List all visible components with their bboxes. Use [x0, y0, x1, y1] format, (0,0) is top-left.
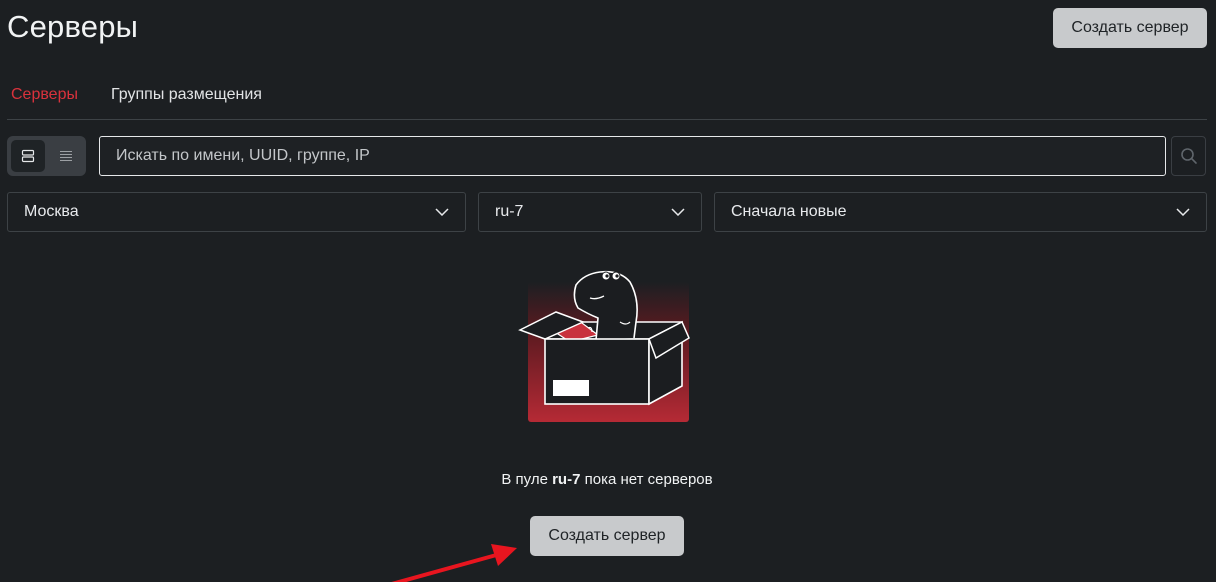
empty-message-prefix: В пуле	[501, 471, 553, 488]
create-server-button[interactable]: Создать сервер	[530, 516, 684, 556]
empty-state-message: В пуле ru-7 пока нет серверов	[0, 471, 1214, 488]
search-input[interactable]	[100, 137, 1165, 175]
create-server-button-header[interactable]: Создать сервер	[1053, 8, 1207, 48]
sort-select[interactable]: Сначала новые	[714, 192, 1207, 232]
list-view-button[interactable]	[49, 140, 83, 172]
search-field	[99, 136, 1166, 176]
chevron-down-icon	[1176, 208, 1190, 216]
search-button[interactable]	[1171, 136, 1206, 176]
page-title: Серверы	[7, 9, 139, 44]
empty-box-dino-illustration	[518, 270, 690, 422]
city-select-value: Москва	[24, 203, 79, 220]
list-view-icon	[60, 151, 72, 161]
empty-message-suffix: пока нет серверов	[580, 471, 713, 488]
cards-view-icon	[21, 149, 35, 163]
chevron-down-icon	[435, 208, 449, 216]
pool-select-value: ru-7	[495, 203, 524, 220]
sort-select-value: Сначала новые	[731, 203, 847, 220]
empty-message-pool: ru-7	[552, 471, 581, 488]
cards-view-button[interactable]	[11, 140, 45, 172]
tab-servers[interactable]: Серверы	[11, 86, 78, 104]
city-select[interactable]: Москва	[7, 192, 466, 232]
servers-page: Серверы Создать сервер Серверы Группы ра…	[0, 0, 1216, 582]
tab-placement-groups[interactable]: Группы размещения	[111, 86, 262, 104]
view-toggle	[7, 136, 86, 176]
pool-select[interactable]: ru-7	[478, 192, 702, 232]
search-icon	[1180, 148, 1197, 164]
tabs-divider	[7, 119, 1207, 120]
chevron-down-icon	[671, 208, 685, 216]
